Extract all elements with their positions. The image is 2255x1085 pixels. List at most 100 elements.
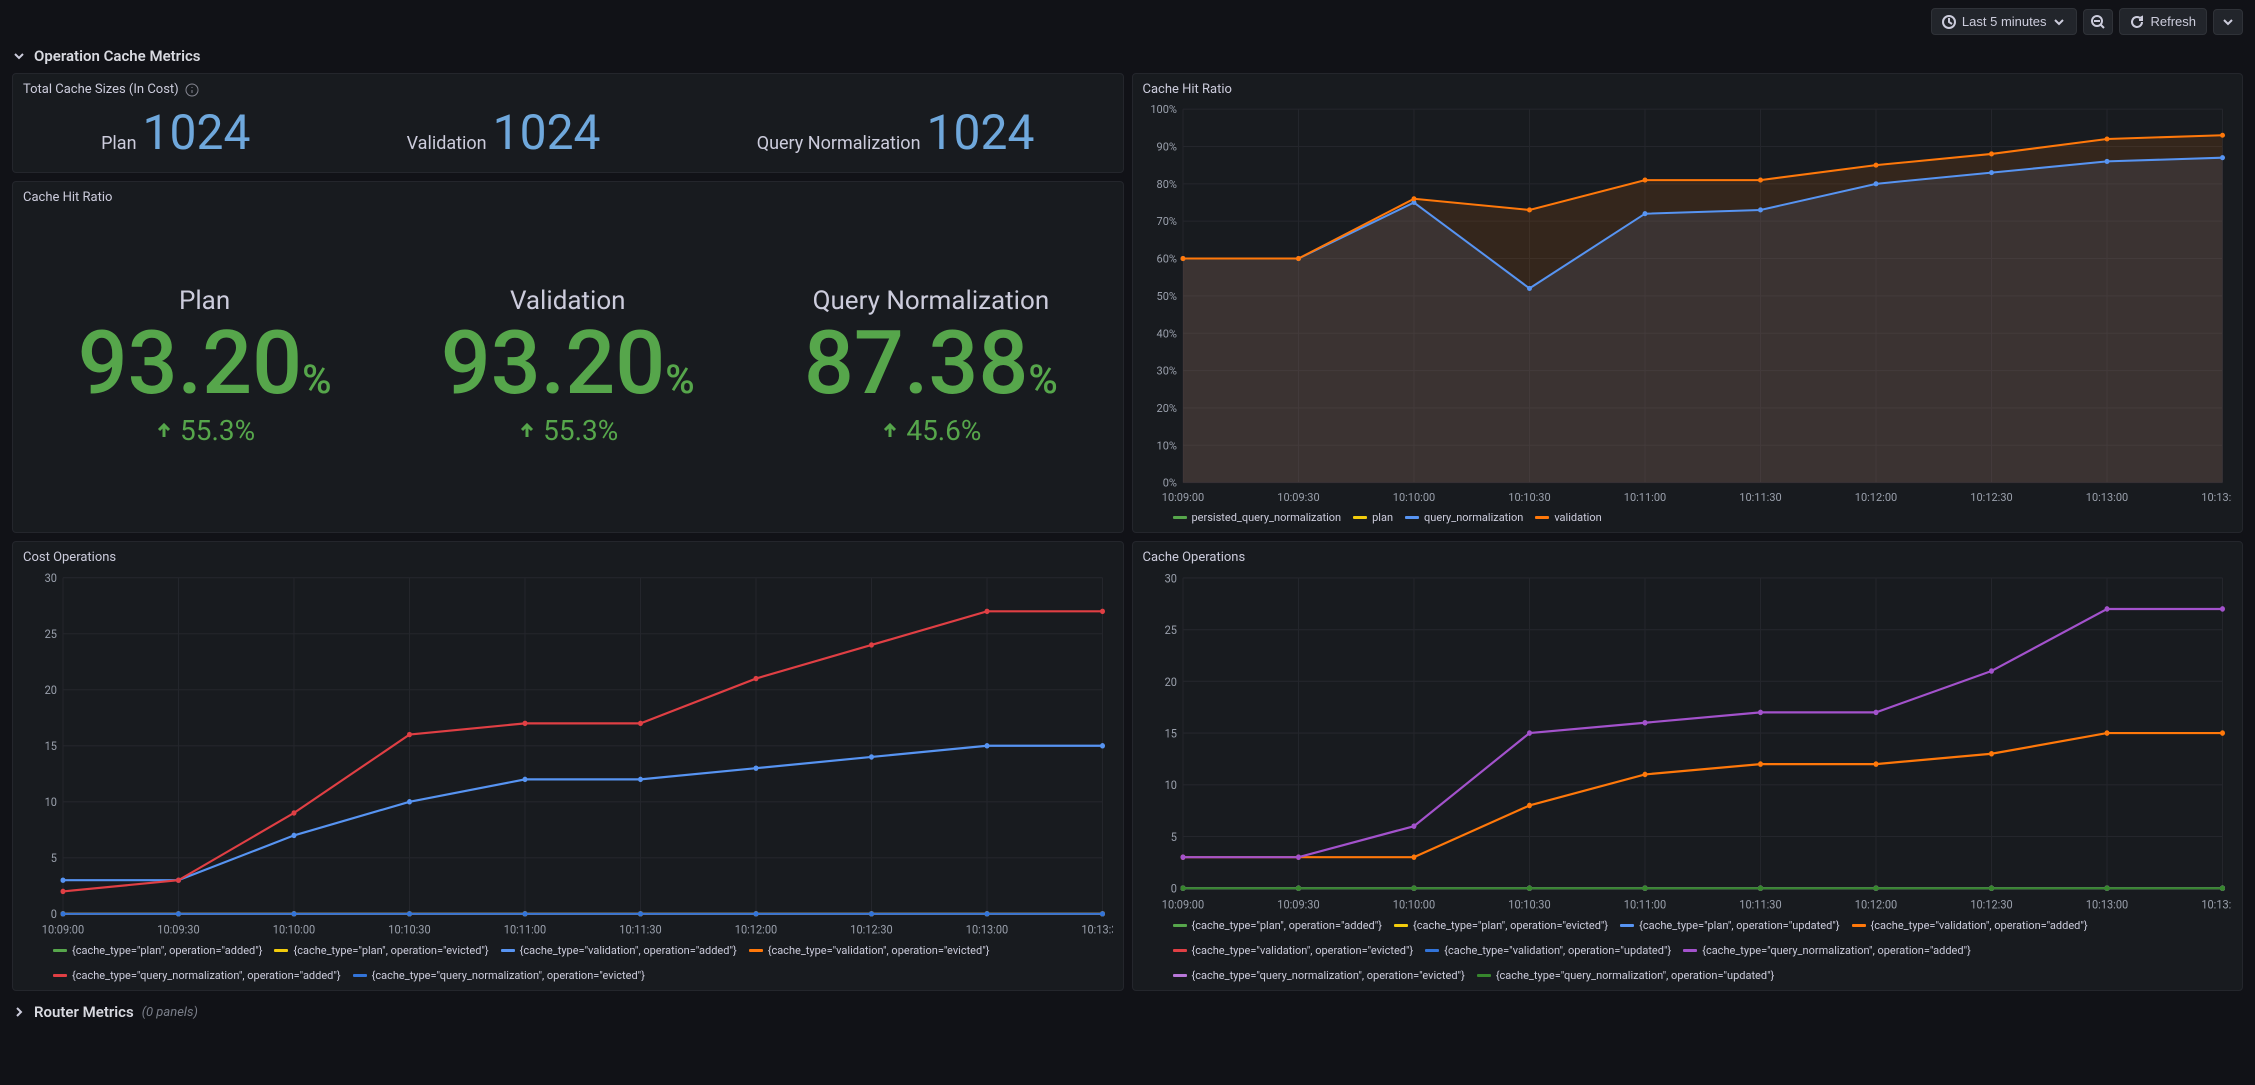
svg-text:30: 30 (45, 571, 57, 586)
svg-text:10:09:00: 10:09:00 (42, 922, 84, 937)
svg-text:10:13:30: 10:13:30 (1081, 922, 1112, 937)
svg-text:0%: 0% (1162, 477, 1176, 490)
svg-text:15: 15 (1164, 726, 1177, 741)
svg-text:10:13:30: 10:13:30 (2201, 491, 2232, 504)
bigstat-plan: Plan 93.20% 55.3% (78, 286, 332, 447)
svg-text:10:09:30: 10:09:30 (157, 922, 199, 937)
info-icon (185, 83, 199, 97)
legend-item[interactable]: {cache_type="query_normalization", opera… (1173, 969, 1465, 982)
top-toolbar: Last 5 minutes Refresh (0, 0, 2255, 43)
zoom-out-button[interactable] (2083, 9, 2113, 35)
section-title: Router Metrics (34, 1003, 134, 1021)
clock-icon (1942, 15, 1956, 29)
refresh-icon (2130, 15, 2144, 29)
legend-item[interactable]: {cache_type="query_normalization", opera… (1683, 944, 1971, 957)
section-header-router-metrics[interactable]: Router Metrics (0 panels) (0, 999, 2255, 1029)
panel-cache-hit-ratio-chart[interactable]: Cache Hit Ratio 0%10%20%30%40%50%60%70%8… (1132, 73, 2244, 533)
svg-text:10:11:30: 10:11:30 (619, 922, 661, 937)
legend-item[interactable]: persisted_query_normalization (1173, 511, 1342, 524)
svg-text:20: 20 (45, 683, 57, 698)
stat-plan: Plan 1024 (101, 104, 250, 161)
svg-text:5: 5 (1170, 829, 1177, 844)
panel-total-cache-sizes[interactable]: Total Cache Sizes (In Cost) Plan 1024 Va… (12, 73, 1124, 173)
legend-item[interactable]: {cache_type="validation", operation="add… (1852, 919, 2088, 932)
chart-area[interactable]: 05101520253010:09:0010:09:3010:10:0010:1… (23, 569, 1113, 940)
legend-item[interactable]: {cache_type="query_normalization", opera… (1477, 969, 1775, 982)
legend-item[interactable]: {cache_type="validation", operation="add… (501, 944, 737, 957)
svg-text:10:12:30: 10:12:30 (1970, 897, 2012, 912)
svg-text:60%: 60% (1156, 253, 1176, 266)
svg-text:10:13:00: 10:13:00 (2085, 491, 2127, 504)
legend-item[interactable]: plan (1353, 511, 1393, 524)
section-header-operation-cache[interactable]: Operation Cache Metrics (0, 43, 2255, 73)
panel-title: Cache Hit Ratio (23, 190, 1113, 205)
svg-text:10:11:30: 10:11:30 (1739, 491, 1781, 504)
svg-text:25: 25 (1164, 623, 1177, 638)
panel-title: Cache Hit Ratio (1143, 82, 2233, 97)
svg-text:10:10:00: 10:10:00 (273, 922, 315, 937)
legend-item[interactable]: {cache_type="validation", operation="upd… (1425, 944, 1671, 957)
panel-cache-operations[interactable]: Cache Operations 05101520253010:09:0010:… (1132, 541, 2244, 991)
legend-item[interactable]: {cache_type="plan", operation="updated"} (1620, 919, 1839, 932)
legend: {cache_type="plan", operation="added"} {… (1143, 915, 2233, 982)
svg-text:40%: 40% (1156, 327, 1176, 340)
stat-row: Plan 1024 Validation 1024 Query Normaliz… (23, 101, 1113, 164)
bigstat-query-normalization: Query Normalization 87.38% 45.6% (804, 286, 1058, 447)
svg-text:70%: 70% (1156, 215, 1176, 228)
legend-item[interactable]: {cache_type="query_normalization", opera… (53, 969, 341, 982)
refresh-button[interactable]: Refresh (2119, 8, 2207, 35)
bigstat-validation: Validation 93.20% 55.3% (441, 286, 695, 447)
svg-text:30: 30 (1164, 571, 1176, 586)
legend-item[interactable]: {cache_type="validation", operation="evi… (1173, 944, 1414, 957)
chevron-right-icon (12, 1005, 26, 1019)
panel-grid: Total Cache Sizes (In Cost) Plan 1024 Va… (0, 73, 2255, 991)
section-title: Operation Cache Metrics (34, 47, 201, 65)
svg-text:10:10:00: 10:10:00 (1392, 897, 1434, 912)
svg-text:50%: 50% (1156, 290, 1176, 303)
chevron-down-icon (12, 49, 26, 63)
legend-item[interactable]: {cache_type="plan", operation="added"} (53, 944, 262, 957)
svg-text:10:12:00: 10:12:00 (1854, 897, 1896, 912)
chevron-down-icon (2221, 15, 2235, 29)
legend-item[interactable]: query_normalization (1405, 511, 1523, 524)
svg-text:10:11:30: 10:11:30 (1739, 897, 1781, 912)
svg-text:10:09:30: 10:09:30 (1277, 491, 1319, 504)
svg-text:20%: 20% (1156, 402, 1176, 415)
svg-text:10:11:00: 10:11:00 (1623, 897, 1665, 912)
svg-text:10:13:00: 10:13:00 (2085, 897, 2127, 912)
panel-title: Total Cache Sizes (In Cost) (23, 82, 1113, 97)
svg-text:15: 15 (45, 739, 58, 754)
refresh-label: Refresh (2150, 14, 2196, 29)
svg-text:5: 5 (51, 851, 58, 866)
svg-text:10: 10 (1164, 778, 1176, 793)
refresh-dropdown[interactable] (2213, 9, 2243, 35)
svg-text:10:13:30: 10:13:30 (2201, 897, 2232, 912)
svg-text:30%: 30% (1156, 365, 1176, 378)
legend: {cache_type="plan", operation="added"} {… (23, 940, 1113, 982)
legend-item[interactable]: {cache_type="plan", operation="evicted"} (1394, 919, 1608, 932)
chart-area[interactable]: 05101520253010:09:0010:09:3010:10:0010:1… (1143, 569, 2233, 915)
svg-text:90%: 90% (1156, 140, 1176, 153)
svg-text:20: 20 (1164, 674, 1176, 689)
svg-text:25: 25 (45, 627, 58, 642)
panel-cache-hit-ratio-stat[interactable]: Cache Hit Ratio Plan 93.20% 55.3% Valida… (12, 181, 1124, 533)
legend-item[interactable]: {cache_type="validation", operation="evi… (749, 944, 990, 957)
legend-item[interactable]: {cache_type="plan", operation="added"} (1173, 919, 1382, 932)
svg-text:10:10:30: 10:10:30 (1508, 897, 1550, 912)
svg-text:10:11:00: 10:11:00 (1623, 491, 1665, 504)
left-column: Total Cache Sizes (In Cost) Plan 1024 Va… (12, 73, 1124, 533)
svg-text:10:12:00: 10:12:00 (735, 922, 777, 937)
svg-text:10:12:30: 10:12:30 (1970, 491, 2012, 504)
svg-text:80%: 80% (1156, 178, 1176, 191)
arrow-up-icon (517, 421, 537, 441)
panel-count: (0 panels) (142, 1005, 198, 1020)
legend-item[interactable]: {cache_type="plan", operation="evicted"} (274, 944, 488, 957)
legend-item[interactable]: {cache_type="query_normalization", opera… (353, 969, 645, 982)
legend-item[interactable]: validation (1535, 511, 1601, 524)
chart-area[interactable]: 0%10%20%30%40%50%60%70%80%90%100%10:09:0… (1143, 101, 2233, 507)
legend: persisted_query_normalization plan query… (1143, 507, 2233, 524)
svg-text:10:10:00: 10:10:00 (1392, 491, 1434, 504)
time-range-picker[interactable]: Last 5 minutes (1931, 8, 2078, 35)
panel-cost-operations[interactable]: Cost Operations 05101520253010:09:0010:0… (12, 541, 1124, 991)
svg-text:10:11:00: 10:11:00 (504, 922, 546, 937)
